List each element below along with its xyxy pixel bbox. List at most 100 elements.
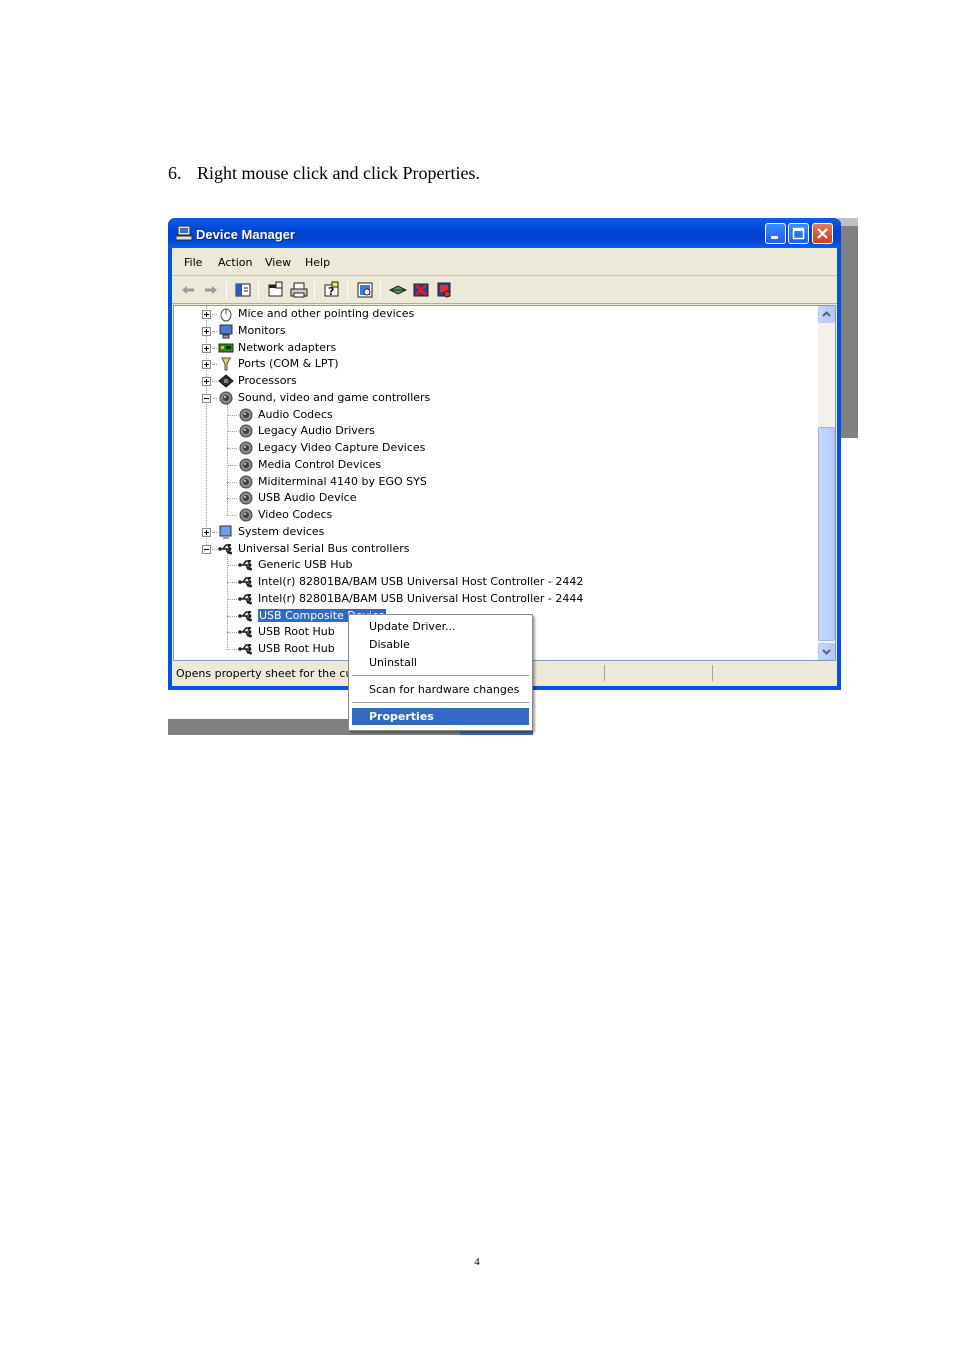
collapse-minus-icon[interactable] — [202, 544, 211, 554]
speaker-icon — [239, 408, 253, 421]
forward-arrow-icon[interactable] — [201, 281, 221, 299]
tree-connector — [227, 565, 237, 567]
menu-scan-hardware[interactable]: Scan for hardware changes — [352, 681, 529, 698]
uninstall-icon[interactable] — [434, 281, 454, 299]
maximize-button[interactable] — [788, 223, 809, 244]
tree-item-label: Intel(r) 82801BA/BAM USB Universal Host … — [258, 575, 584, 588]
disable-icon[interactable] — [411, 281, 431, 299]
step-instruction: 6. Right mouse click and click Properties… — [168, 163, 480, 184]
tree-category-item[interactable]: Processors — [174, 373, 814, 390]
tree-connector — [227, 598, 237, 600]
system-icon — [219, 525, 232, 539]
close-button[interactable] — [812, 223, 833, 244]
usb-icon — [238, 627, 252, 638]
menu-uninstall[interactable]: Uninstall — [352, 654, 529, 671]
menu-separator — [352, 702, 529, 703]
tree-item-label: Miditerminal 4140 by EGO SYS — [258, 474, 427, 488]
menu-bar: File Action View Help — [172, 248, 837, 276]
tree-item-label: Generic USB Hub — [258, 558, 353, 572]
speaker-icon — [239, 458, 253, 472]
collapse-minus-icon[interactable] — [202, 393, 211, 403]
maximize-icon — [792, 227, 805, 240]
tree-child-item[interactable]: Legacy Video Capture Devices — [174, 440, 814, 457]
back-arrow-icon[interactable] — [178, 281, 198, 299]
print-icon[interactable] — [289, 281, 309, 299]
menu-file[interactable]: File — [184, 256, 202, 269]
expand-plus-icon[interactable] — [202, 343, 211, 353]
usb-icon — [238, 593, 252, 605]
expand-plus-icon[interactable] — [202, 360, 211, 370]
menu-action[interactable]: Action — [218, 256, 252, 269]
menu-properties-label: Properties — [369, 710, 434, 723]
toolbar-separator — [380, 281, 381, 299]
tree-child-item[interactable]: Video Codecs — [174, 507, 814, 524]
properties-icon[interactable] — [266, 281, 286, 299]
menu-scan-hardware-label: Scan for hardware changes — [369, 683, 520, 696]
toolbar-separator — [314, 281, 315, 299]
update-driver-icon[interactable] — [388, 281, 408, 299]
tree-item-label: USB Root Hub — [258, 625, 335, 639]
tree-category-item[interactable]: Universal Serial Bus controllers — [174, 541, 814, 558]
tree-connector — [227, 515, 237, 516]
expand-plus-icon[interactable] — [202, 527, 211, 537]
expand-plus-icon[interactable] — [202, 310, 211, 319]
tree-item-label: Media Control Devices — [258, 457, 382, 471]
tree-category-item[interactable]: Network adapters — [174, 340, 814, 357]
title-bar[interactable]: Device Manager — [168, 218, 841, 248]
scroll-thumb[interactable] — [818, 427, 835, 641]
menu-help[interactable]: Help — [305, 256, 330, 269]
expand-plus-icon[interactable] — [202, 326, 211, 336]
tree-item-label: Legacy Audio Drivers — [258, 424, 375, 438]
scroll-down-button[interactable] — [818, 643, 835, 660]
menu-view[interactable]: View — [265, 256, 291, 269]
tree-child-item[interactable]: Intel(r) 82801BA/BAM USB Universal Host … — [174, 574, 814, 591]
expand-plus-icon[interactable] — [202, 377, 211, 386]
tree-item-label: Audio Codecs — [258, 407, 333, 421]
tree-connector — [212, 531, 217, 533]
mouse-icon — [220, 308, 232, 322]
step-number: 6. — [168, 163, 182, 183]
chevron-down-icon — [822, 649, 831, 655]
scroll-up-button[interactable] — [818, 306, 835, 323]
status-text: Opens property sheet for the curr — [176, 667, 362, 680]
tree-connector — [227, 615, 237, 617]
minimize-icon — [771, 236, 778, 239]
speaker-icon — [239, 424, 253, 438]
usb-icon — [238, 577, 252, 588]
tree-connector — [212, 548, 217, 550]
tree-item-label: Mice and other pointing devices — [238, 307, 415, 320]
tree-connector — [227, 632, 237, 634]
tree-child-item[interactable]: USB Audio Device — [174, 490, 814, 507]
scan-hardware-icon[interactable] — [355, 281, 375, 299]
vertical-scrollbar[interactable] — [818, 306, 835, 660]
monitor-icon — [219, 324, 233, 339]
device-tree[interactable]: USB Root Hub USB Root Hub USB Composite De… — [173, 305, 836, 661]
menu-separator — [352, 675, 529, 676]
tree-child-item[interactable]: Media Control Devices — [174, 457, 814, 474]
tree-item-label: Ports (COM & LPT) — [238, 357, 339, 371]
status-separator — [604, 665, 605, 681]
tree-category-item[interactable]: Ports (COM & LPT) — [174, 356, 814, 373]
help-icon[interactable]: ? — [322, 281, 342, 299]
tree-child-item[interactable]: Intel(r) 82801BA/BAM USB Universal Host … — [174, 591, 814, 608]
tree-connector — [227, 448, 237, 449]
tree-item-label: Legacy Video Capture Devices — [258, 441, 426, 454]
tree-category-item[interactable]: Sound, video and game controllers — [174, 390, 814, 407]
tree-category-item[interactable]: Monitors — [174, 323, 814, 340]
tree-child-item[interactable]: Audio Codecs — [174, 407, 814, 424]
menu-update-driver[interactable]: Update Driver... — [352, 618, 529, 635]
tree-category-item[interactable]: System devices — [174, 524, 814, 541]
page-number: 4 — [474, 1256, 480, 1268]
menu-disable[interactable]: Disable — [352, 636, 529, 653]
speaker-icon — [239, 475, 253, 488]
tree-child-item[interactable]: Legacy Audio Drivers — [174, 423, 814, 440]
tree-item-label: Intel(r) 82801BA/BAM USB Universal Host … — [258, 591, 584, 605]
console-tree-icon[interactable] — [233, 281, 253, 299]
chevron-up-icon — [822, 311, 831, 317]
tree-item-label: Processors — [238, 374, 297, 387]
menu-properties[interactable]: Properties — [352, 708, 529, 725]
minimize-button[interactable] — [765, 223, 786, 244]
tree-child-item[interactable]: Miditerminal 4140 by EGO SYS — [174, 474, 814, 491]
tree-child-item[interactable]: Generic USB Hub — [174, 557, 814, 574]
tree-category-item[interactable]: Mice and other pointing devices — [174, 306, 814, 323]
